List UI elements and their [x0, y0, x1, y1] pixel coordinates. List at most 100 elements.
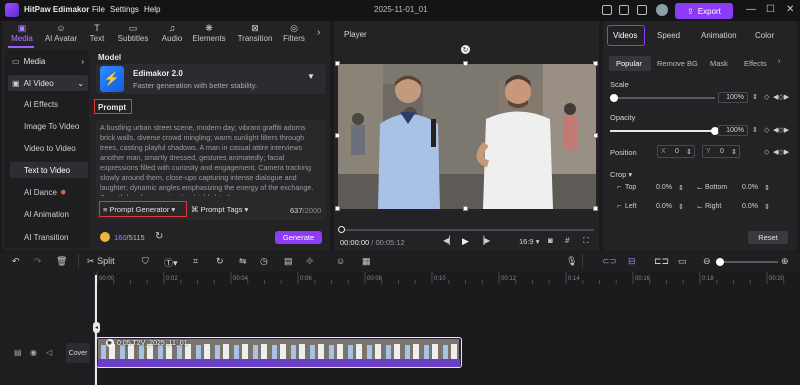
menu-help[interactable]: Help: [144, 5, 160, 14]
delete-icon[interactable]: 🗑: [56, 256, 67, 267]
zoom-in-icon[interactable]: ⊕: [781, 256, 789, 267]
subtab-popular[interactable]: Popular: [616, 59, 642, 68]
layout-icon[interactable]: [602, 5, 612, 15]
keyframe-icon[interactable]: ◇: [764, 126, 769, 134]
snap-icon[interactable]: ⊏⊐: [654, 256, 669, 267]
resize-handle-tl[interactable]: [335, 61, 340, 66]
shield-icon[interactable]: ⛉: [142, 256, 149, 267]
aspect-ratio-select[interactable]: 16:9 ▾: [519, 237, 539, 246]
resize-handle-l[interactable]: [335, 133, 340, 138]
crop-label[interactable]: Crop ▾: [610, 170, 632, 179]
tab-videos[interactable]: Videos: [613, 31, 637, 40]
track-visibility-icon[interactable]: ◉: [30, 348, 37, 357]
cover-button[interactable]: Cover: [66, 343, 90, 363]
timeline-ruler[interactable]: 00:00 0:02 00:04 0:06 00:08 0:10 00:12 0:14 00:1…: [95, 272, 800, 284]
stepper-icon[interactable]: ⇕: [764, 203, 770, 211]
playback-track[interactable]: [344, 229, 594, 231]
minimize-icon[interactable]: —: [746, 4, 756, 15]
playhead-handle[interactable]: ◂: [93, 322, 100, 333]
stepper-icon[interactable]: ⇕: [764, 184, 770, 192]
freeze-icon[interactable]: ▤: [284, 256, 293, 267]
undo-icon[interactable]: ↶: [12, 256, 20, 267]
scale-value[interactable]: 100%: [718, 92, 748, 103]
stepper-icon[interactable]: ⇕: [678, 203, 684, 211]
track-mute-icon[interactable]: ◁: [46, 348, 52, 357]
avatar[interactable]: [656, 4, 668, 16]
resize-handle-br[interactable]: [593, 206, 598, 211]
tab-subtitles[interactable]: ▭ Subtitles: [114, 23, 152, 43]
prompt-generator-button[interactable]: ≡ Prompt Generator ▾: [103, 205, 175, 214]
stepper-icon[interactable]: ⇕: [752, 126, 758, 134]
tab-text[interactable]: T Text: [80, 23, 114, 43]
close-icon[interactable]: ✕: [786, 4, 794, 15]
mirror-icon[interactable]: ⇋: [239, 256, 247, 267]
fit-icon[interactable]: ▭: [678, 256, 687, 267]
sidebar-item-ai-transition[interactable]: AI Transition: [10, 229, 88, 245]
crop-bottom-value[interactable]: 0.0%: [742, 184, 758, 191]
stepper-icon[interactable]: ⇕: [678, 184, 684, 192]
play-icon[interactable]: ▶: [462, 236, 469, 247]
tab-ai-avatar[interactable]: ☺ AI Avatar: [42, 23, 80, 43]
generate-button[interactable]: Generate: [275, 231, 322, 244]
reset-button[interactable]: Reset: [748, 231, 788, 244]
sidebar-item-text-to-video[interactable]: Text to Video: [10, 162, 88, 178]
resize-handle-tr[interactable]: [593, 61, 598, 66]
scale-slider[interactable]: [610, 97, 715, 99]
resize-handle-b[interactable]: [463, 206, 468, 211]
subtab-mask[interactable]: Mask: [710, 59, 728, 68]
transform-icon[interactable]: ✥: [306, 256, 314, 267]
sidebar-item-video-to-video[interactable]: Video to Video: [10, 140, 88, 156]
chevron-right-icon[interactable]: ›: [778, 58, 780, 65]
sidebar-item-ai-video[interactable]: ▣ AI Video ⌄: [8, 75, 88, 91]
resize-handle-t[interactable]: [463, 61, 468, 66]
grid-view-icon[interactable]: ▦: [362, 256, 371, 267]
opacity-value[interactable]: 100%: [718, 125, 748, 136]
keyframe-icon[interactable]: ◇: [764, 148, 769, 156]
chevron-down-icon[interactable]: ▼: [307, 72, 315, 81]
subtab-effects[interactable]: Effects: [744, 59, 767, 68]
speed-icon[interactable]: ◷: [260, 256, 268, 267]
keyframe-nav-icon[interactable]: ◀◇▶: [773, 126, 789, 134]
redo-icon[interactable]: ↷: [34, 256, 42, 267]
keyframe-nav-icon[interactable]: ◀◇▶: [773, 148, 789, 156]
menu-file[interactable]: File: [92, 5, 105, 14]
maximize-icon[interactable]: ☐: [766, 4, 775, 15]
sidebar-item-media[interactable]: ▭ Media ›: [8, 53, 88, 69]
zoom-slider[interactable]: [716, 261, 778, 263]
tab-transition[interactable]: ⊠ Transition: [234, 23, 276, 43]
tab-elements[interactable]: ❋ Elements: [190, 23, 228, 43]
sidebar-item-ai-animation[interactable]: AI Animation: [10, 206, 88, 222]
chevron-right-icon[interactable]: ›: [317, 27, 320, 38]
split-button[interactable]: ✂ Split: [87, 256, 115, 267]
screen-icon[interactable]: [619, 5, 629, 15]
fullscreen-icon[interactable]: ⛶: [583, 236, 589, 246]
link-icon[interactable]: ⊂⊃: [602, 256, 617, 267]
keyframe-nav-icon[interactable]: ◀◇▶: [773, 93, 789, 101]
magnet-icon[interactable]: ⊟: [628, 256, 636, 267]
video-preview[interactable]: [338, 64, 596, 209]
refresh-icon[interactable]: ↻: [155, 231, 163, 242]
prev-frame-icon[interactable]: ◀▏: [443, 236, 455, 245]
sidebar-item-ai-effects[interactable]: AI Effects: [10, 96, 88, 112]
rotate-icon[interactable]: ↻: [461, 45, 470, 54]
tab-speed[interactable]: Speed: [657, 31, 680, 40]
zoom-slider-knob[interactable]: [716, 258, 724, 266]
next-frame-icon[interactable]: ▕▶: [478, 236, 490, 245]
prompt-text[interactable]: A bustling urban street scene, modern da…: [100, 123, 322, 196]
sidebar-item-image-to-video[interactable]: Image To Video: [10, 118, 88, 134]
tab-audio[interactable]: ♫ Audio: [153, 23, 191, 43]
track-lock-icon[interactable]: ▤: [14, 348, 22, 357]
tab-animation[interactable]: Animation: [701, 31, 737, 40]
tab-filters[interactable]: ◎ Filters: [277, 23, 311, 43]
resize-handle-r[interactable]: [593, 133, 598, 138]
microphone-icon[interactable]: 🎙: [566, 256, 577, 267]
resize-handle-bl[interactable]: [335, 206, 340, 211]
zoom-out-icon[interactable]: ⊖: [703, 256, 711, 267]
scale-slider-knob[interactable]: [610, 94, 618, 102]
grid-icon[interactable]: #: [565, 236, 569, 245]
menu-settings[interactable]: Settings: [110, 5, 139, 14]
tab-color[interactable]: Color: [755, 31, 774, 40]
tab-media[interactable]: ▣ Media: [3, 23, 41, 43]
snapshot-icon[interactable]: ◙: [548, 236, 553, 245]
crop-right-value[interactable]: 0.0%: [742, 203, 758, 210]
